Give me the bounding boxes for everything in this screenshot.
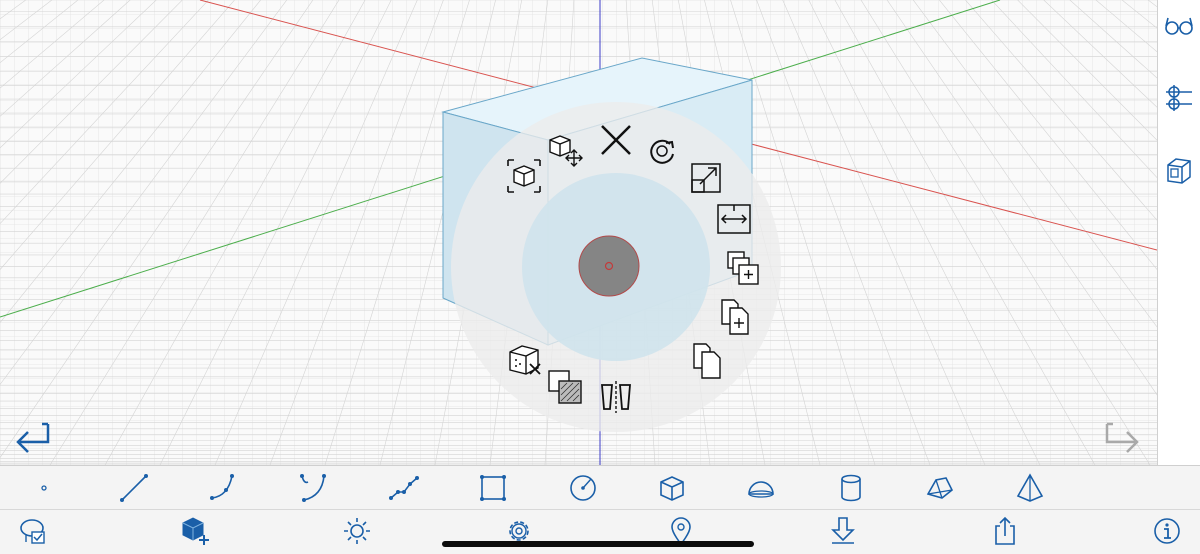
menu-center-knob-icon[interactable] <box>578 235 640 297</box>
box-icon <box>660 476 684 501</box>
tool-polyline[interactable] <box>388 472 420 504</box>
bottom-bar <box>0 510 1200 554</box>
info-icon <box>1154 518 1180 544</box>
copy-button[interactable] <box>688 340 728 380</box>
cube-plus-icon <box>182 517 209 545</box>
lasso-check-icon <box>20 519 45 544</box>
close-x-icon <box>601 125 631 155</box>
delete-solid-button[interactable] <box>504 340 544 380</box>
paste-button[interactable] <box>716 296 756 336</box>
home-indicator <box>442 541 754 547</box>
arc-icon <box>210 474 234 500</box>
right-rail <box>1157 0 1200 465</box>
cube-move-icon <box>549 135 583 167</box>
point-icon <box>41 485 47 491</box>
delete-button[interactable] <box>596 120 636 160</box>
duplicate-stack-icon <box>727 251 759 285</box>
view-mode-button[interactable] <box>1163 10 1195 42</box>
tool-curve[interactable] <box>298 472 330 504</box>
tool-cylinder[interactable] <box>835 472 867 504</box>
download-arrow-icon <box>831 517 855 544</box>
sun-icon <box>344 518 370 544</box>
cube-delete-icon <box>509 345 541 375</box>
cube-select-icon <box>507 159 541 193</box>
share-icon <box>995 516 1015 545</box>
import-button[interactable] <box>826 514 860 548</box>
tool-arc[interactable] <box>208 472 240 504</box>
layers-slider-icon <box>1166 85 1192 111</box>
subtract-button[interactable] <box>545 367 585 407</box>
tool-circle[interactable] <box>567 472 599 504</box>
lighting-button[interactable] <box>340 514 374 548</box>
tool-wedge[interactable] <box>924 472 956 504</box>
layers-button[interactable] <box>1163 82 1195 114</box>
extrude-button[interactable] <box>714 199 754 239</box>
glasses-icon <box>1165 17 1193 35</box>
scale-button[interactable] <box>686 158 726 198</box>
boolean-subtract-icon <box>548 370 582 404</box>
tool-line[interactable] <box>118 472 150 504</box>
mirror-button[interactable] <box>596 377 636 417</box>
add-solid-button[interactable] <box>178 514 212 548</box>
resize-horizontal-icon <box>717 204 751 234</box>
circle-icon <box>570 475 596 501</box>
copy-documents-icon <box>693 343 721 379</box>
curve-icon <box>300 474 326 502</box>
polyline-icon <box>389 476 419 500</box>
draw-toolbar <box>0 465 1200 510</box>
wedge-icon <box>926 477 954 499</box>
tool-point[interactable] <box>28 472 60 504</box>
duplicate-multiple-button[interactable] <box>722 248 762 288</box>
3d-viewport[interactable] <box>0 0 1157 465</box>
tool-pyramid[interactable] <box>1014 472 1046 504</box>
rotate-button[interactable] <box>642 130 682 170</box>
section-cube-icon <box>1167 158 1191 184</box>
rotate-icon <box>650 139 674 164</box>
tool-dome[interactable] <box>745 472 777 504</box>
undo-button[interactable] <box>8 418 52 454</box>
redo-arrow-icon <box>1105 422 1139 453</box>
section-button[interactable] <box>1163 154 1195 186</box>
select-solid-button[interactable] <box>504 156 544 196</box>
paste-document-icon <box>721 299 749 335</box>
mirror-icon <box>601 381 631 413</box>
rectangle-icon <box>480 475 506 501</box>
sketch-select-button[interactable] <box>16 514 50 548</box>
tool-box[interactable] <box>656 472 688 504</box>
pyramid-icon <box>1016 473 1044 502</box>
scale-diagonal-icon <box>691 163 721 193</box>
line-icon <box>120 474 148 502</box>
move-button[interactable] <box>546 130 586 170</box>
dome-icon <box>748 481 774 498</box>
undo-arrow-icon <box>16 422 50 453</box>
info-button[interactable] <box>1150 514 1184 548</box>
cylinder-icon <box>841 474 861 502</box>
share-button[interactable] <box>988 514 1022 548</box>
tool-rectangle[interactable] <box>477 472 509 504</box>
redo-button[interactable] <box>1103 418 1147 454</box>
